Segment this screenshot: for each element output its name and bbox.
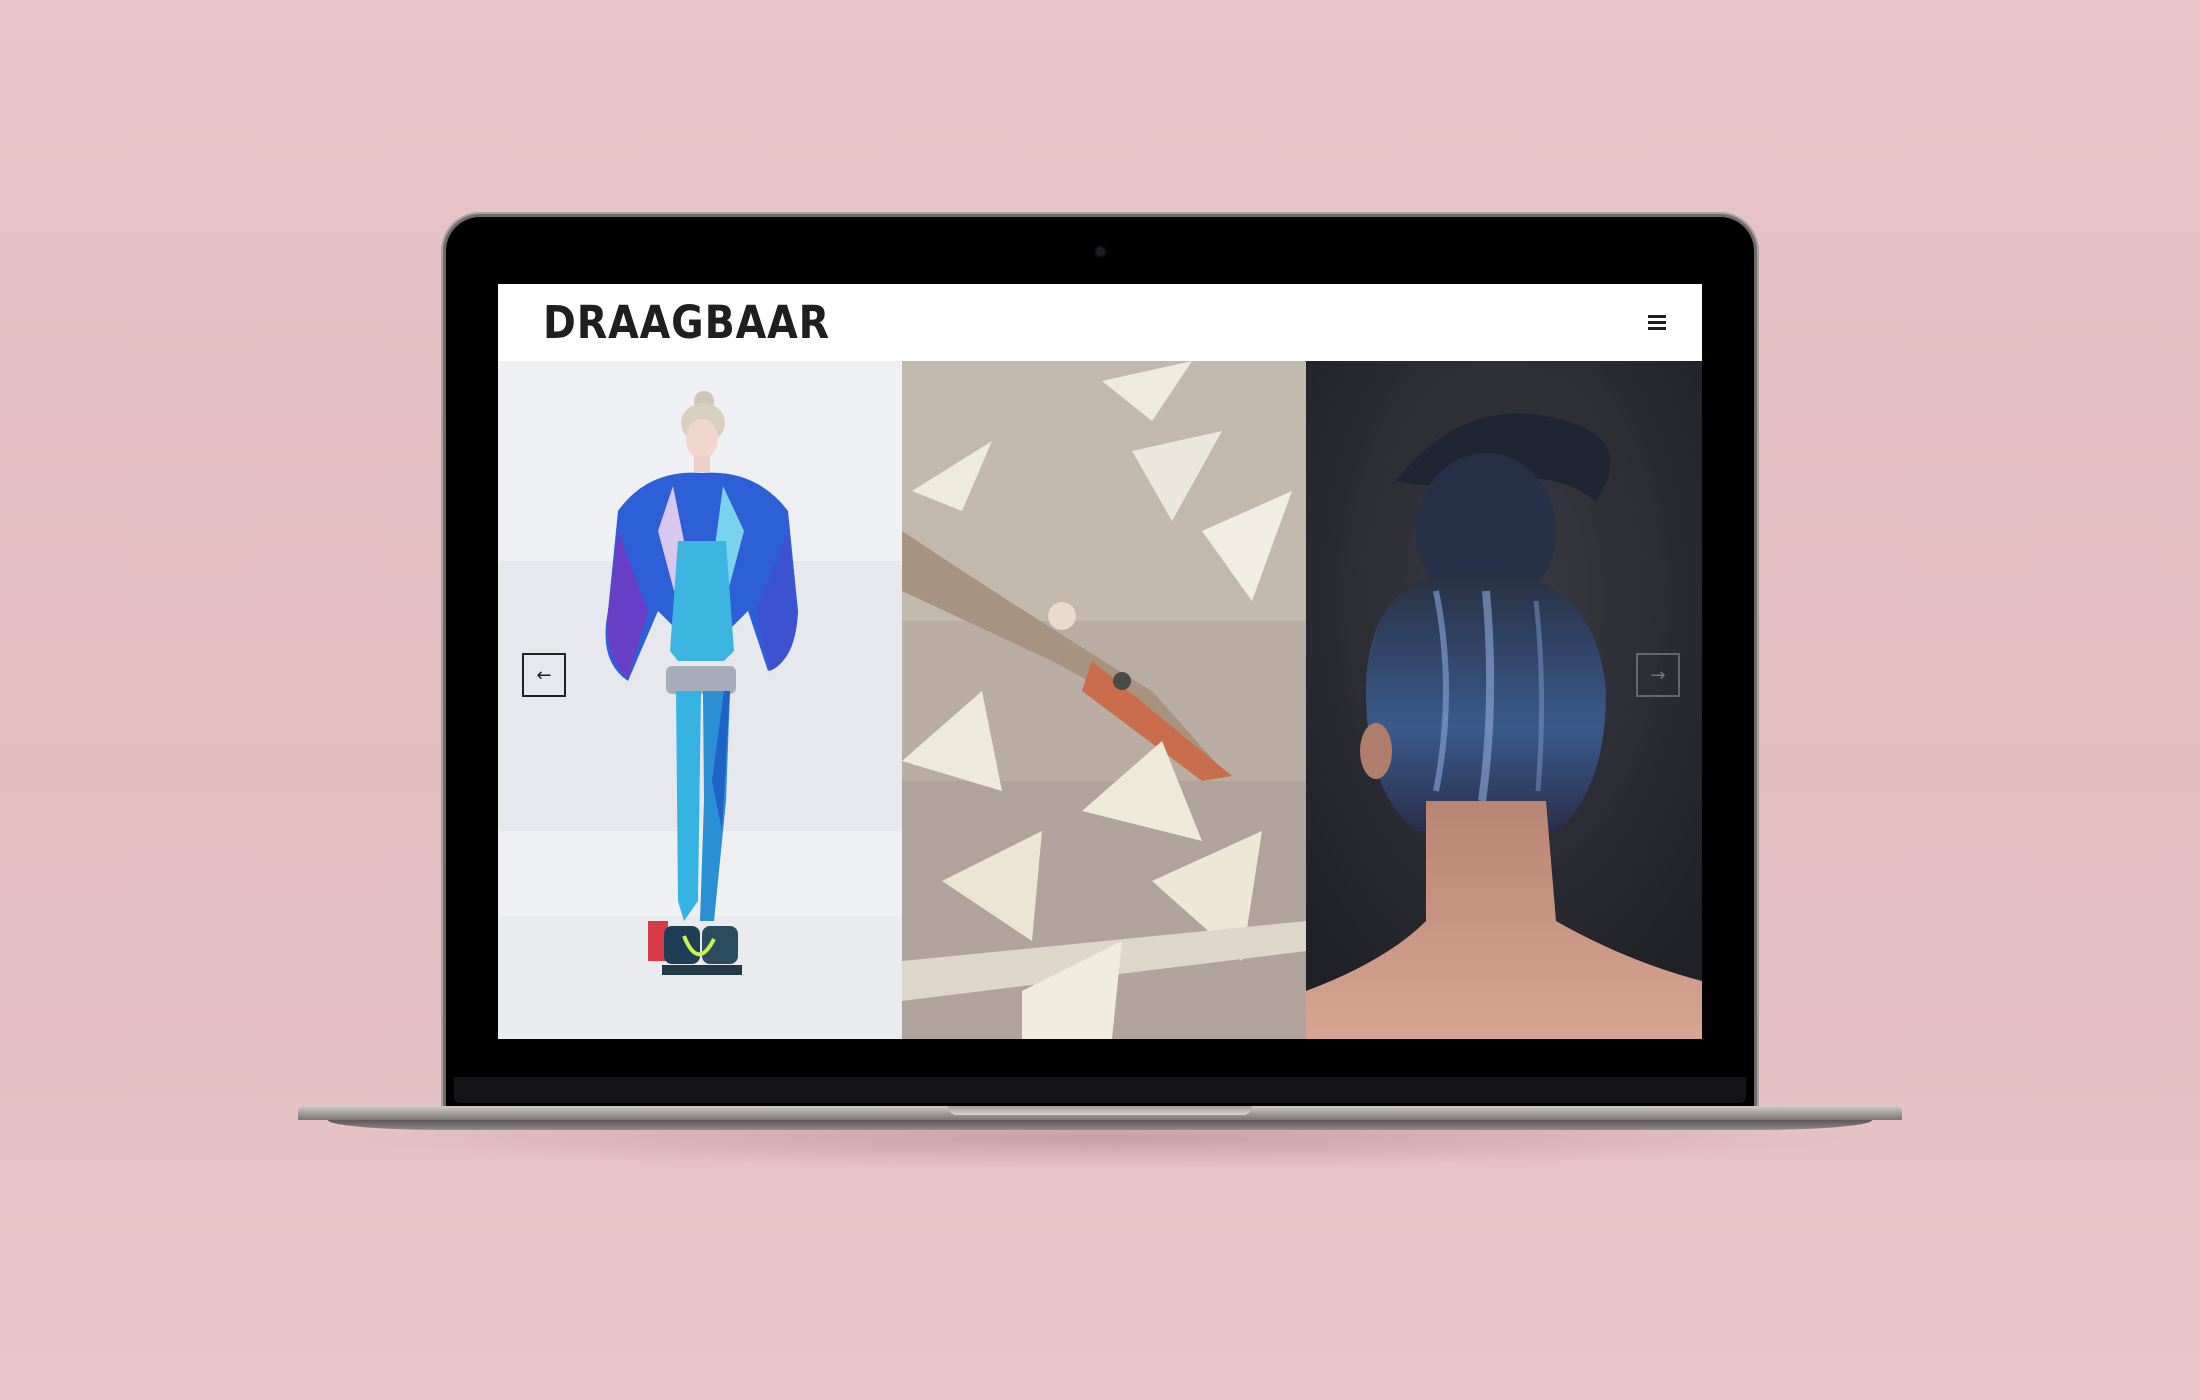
laptop-base — [298, 1106, 1902, 1136]
menu-line — [1648, 314, 1666, 318]
laptop-base-bottom — [328, 1120, 1872, 1130]
menu-line — [1648, 320, 1666, 324]
site-header: DRAAGBAAR — [498, 284, 1702, 361]
menu-line — [1648, 326, 1666, 330]
laptop-opening-notch — [948, 1106, 1252, 1115]
laptop-lid: DRAAGBAAR ← → — [446, 217, 1754, 1109]
blue-hair-bun-back-view-image — [1306, 361, 1702, 1039]
carousel-prev-arrow-icon[interactable]: ← — [522, 653, 566, 697]
image-carousel: ← → — [498, 361, 1702, 1039]
carousel-next-arrow-icon[interactable]: → — [1636, 653, 1680, 697]
laptop-bezel-chin — [454, 1077, 1746, 1103]
laptop-screen: DRAAGBAAR ← → — [498, 284, 1702, 1039]
webcam-icon — [1096, 247, 1105, 256]
illustrated-bird-painting-image — [902, 361, 1306, 1039]
fashion-model-fur-jacket-image — [498, 361, 902, 1039]
site-logo[interactable]: DRAAGBAAR — [543, 299, 830, 347]
hamburger-menu-icon[interactable] — [1648, 312, 1666, 332]
